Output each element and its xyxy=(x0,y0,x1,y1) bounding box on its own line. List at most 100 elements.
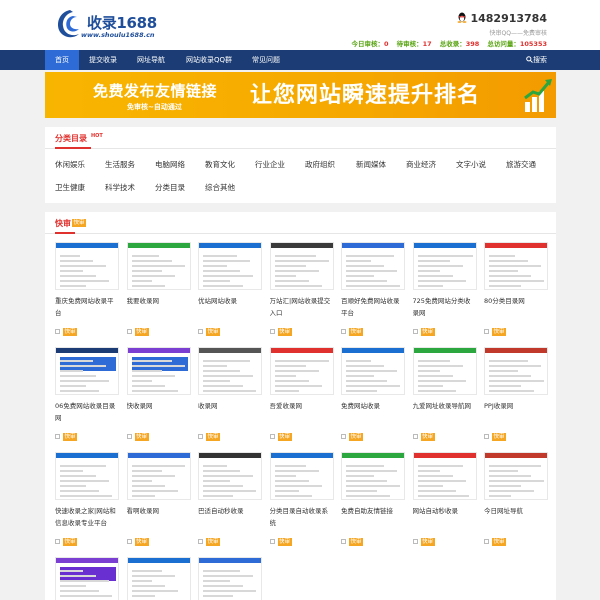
site-thumbnail[interactable] xyxy=(269,452,334,500)
site-name[interactable]: 吾爱收录网 xyxy=(270,400,334,412)
category-link[interactable]: 综合其他 xyxy=(205,182,235,193)
thumbnail-header xyxy=(485,453,547,458)
site-thumbnail[interactable] xyxy=(412,242,477,290)
site-name[interactable]: 百顺好免费网站收录平台 xyxy=(341,295,405,319)
thumbnail-line xyxy=(60,390,99,392)
thumbnail-line xyxy=(203,370,240,372)
thumbnail-header xyxy=(342,243,404,248)
site-name[interactable]: PPJ收录网 xyxy=(484,400,548,412)
site-thumbnail[interactable] xyxy=(484,452,548,500)
site-thumbnail[interactable] xyxy=(341,452,405,500)
thumbnail-line xyxy=(346,385,400,387)
image-icon xyxy=(484,329,489,334)
nav-item-submit[interactable]: 提交收录 xyxy=(83,50,123,70)
thumbnail-line xyxy=(131,465,185,467)
site-thumbnail[interactable] xyxy=(269,347,334,395)
site-thumbnail[interactable] xyxy=(198,347,262,395)
site-name[interactable]: 免费自助友情链接 xyxy=(341,505,405,517)
site-thumbnail[interactable] xyxy=(126,557,191,600)
main-nav: 首页 提交收录 网址导航 网站收录QQ群 常见问题 搜索 xyxy=(0,50,600,70)
site-name[interactable]: 725免费网站分类收录网 xyxy=(413,295,477,319)
site-name[interactable]: 万站汇|网站收录提交入口 xyxy=(270,295,334,319)
thumbnail-line xyxy=(60,580,109,582)
nav-item-faq[interactable]: 常见问题 xyxy=(246,50,286,70)
site-name[interactable]: 收录网 xyxy=(198,400,262,412)
category-link[interactable]: 科学技术 xyxy=(105,182,135,193)
site-thumbnail[interactable] xyxy=(55,557,119,600)
site-thumbnail[interactable] xyxy=(126,452,191,500)
site-name[interactable]: 快收录网 xyxy=(127,400,191,412)
site-thumbnail[interactable] xyxy=(55,452,119,500)
site-name[interactable]: 06免费网站收录目录网 xyxy=(55,400,119,424)
contact-qq[interactable]: 1482913784 xyxy=(457,12,547,25)
thumbnail-line xyxy=(489,370,518,372)
thumbnail-header xyxy=(56,453,118,458)
site-thumbnail[interactable] xyxy=(198,452,262,500)
quick-review-panel: 快审 快审 重庆免费网站收录平台 快审 我要收录网 快审 优站网站收录 快审 万站汇|网站收… xyxy=(45,212,556,600)
category-link[interactable]: 卫生健康 xyxy=(55,182,85,193)
site-meta: 快审 xyxy=(126,328,191,336)
site-thumbnail[interactable] xyxy=(55,347,119,395)
category-link[interactable]: 休闲娱乐 xyxy=(55,159,85,170)
site-name[interactable]: 巴适自动秒收录 xyxy=(198,505,262,517)
site-thumbnail[interactable] xyxy=(126,347,191,395)
thumbnail-line xyxy=(489,265,541,267)
site-name[interactable]: 我要收录网 xyxy=(127,295,191,307)
site-thumbnail[interactable] xyxy=(55,242,119,290)
nav-search[interactable]: 搜索 xyxy=(526,50,547,70)
image-icon xyxy=(269,539,275,544)
category-link[interactable]: 教育文化 xyxy=(205,159,235,170)
site-name[interactable]: 80分类目录网 xyxy=(484,295,548,307)
category-link[interactable]: 新闻媒体 xyxy=(356,159,386,170)
site-thumbnail[interactable] xyxy=(484,347,548,395)
site-thumbnail[interactable] xyxy=(412,452,477,500)
category-panel-header: 分类目录 HOT xyxy=(45,127,556,149)
site-thumbnail[interactable] xyxy=(484,242,548,290)
site-thumbnail[interactable] xyxy=(198,242,262,290)
promo-banner[interactable]: 免费发布友情链接 免审核~自动通过 让您网站瞬速提升排名 xyxy=(45,72,556,118)
category-link[interactable]: 生活服务 xyxy=(105,159,135,170)
site-name[interactable]: 今日网址导航 xyxy=(484,505,548,517)
nav-item-directory[interactable]: 网址导航 xyxy=(131,50,171,70)
thumbnail-line xyxy=(60,380,109,382)
qq-note: 快审QQ——免费审核 xyxy=(489,30,547,37)
site-thumbnail[interactable] xyxy=(341,242,405,290)
thumbnail-line xyxy=(417,475,453,477)
site-name[interactable]: 免费网站收录 xyxy=(341,400,405,412)
site-name[interactable]: 快速收录之家|网站和信息收录专业平台 xyxy=(55,505,119,529)
site-name[interactable]: 重庆免费网站收录平台 xyxy=(55,295,119,319)
quick-badge: 快审 xyxy=(492,433,506,441)
category-link[interactable]: 旅游交通 xyxy=(506,159,536,170)
thumbnail-line xyxy=(131,470,162,472)
quick-badge: 快审 xyxy=(349,538,363,546)
nav-item-qq-group[interactable]: 网站收录QQ群 xyxy=(178,50,240,70)
category-link[interactable]: 行业企业 xyxy=(255,159,285,170)
site-name[interactable]: 优站网站收录 xyxy=(198,295,262,307)
site-name[interactable]: 看啊收录网 xyxy=(127,505,191,517)
thumbnail-line xyxy=(274,465,306,467)
category-link[interactable]: 商业经济 xyxy=(406,159,436,170)
site-name[interactable]: 分类目录自动收录系统 xyxy=(270,505,334,529)
category-link[interactable]: 分类目录 xyxy=(155,182,185,193)
contact-phone: 1482913784 xyxy=(470,12,547,25)
site-thumbnail[interactable] xyxy=(198,557,262,600)
site-thumbnail[interactable] xyxy=(412,347,477,395)
thumbnail-line xyxy=(489,385,521,387)
thumbnail-line xyxy=(489,260,528,262)
image-icon xyxy=(484,434,489,439)
category-link[interactable]: 文字小说 xyxy=(456,159,486,170)
site-thumbnail[interactable] xyxy=(341,347,405,395)
site-thumbnail[interactable] xyxy=(126,242,191,290)
category-link[interactable]: 政府组织 xyxy=(305,159,335,170)
nav-item-home[interactable]: 首页 xyxy=(45,50,79,70)
quick-badge: 快审 xyxy=(420,328,435,336)
site-name[interactable]: 九爱网址收录导航网 xyxy=(413,400,477,412)
thumbnail-header xyxy=(413,453,476,458)
category-link[interactable]: 电脑网络 xyxy=(155,159,185,170)
thumbnail-line xyxy=(489,470,518,472)
thumbnail-line xyxy=(60,575,96,577)
site-thumbnail[interactable] xyxy=(269,242,334,290)
site-name[interactable]: 网站自动秒收录 xyxy=(413,505,477,517)
thumbnail-line xyxy=(346,255,394,257)
site-logo[interactable]: 收录1688 www.shoulu1688.cn xyxy=(55,8,165,42)
